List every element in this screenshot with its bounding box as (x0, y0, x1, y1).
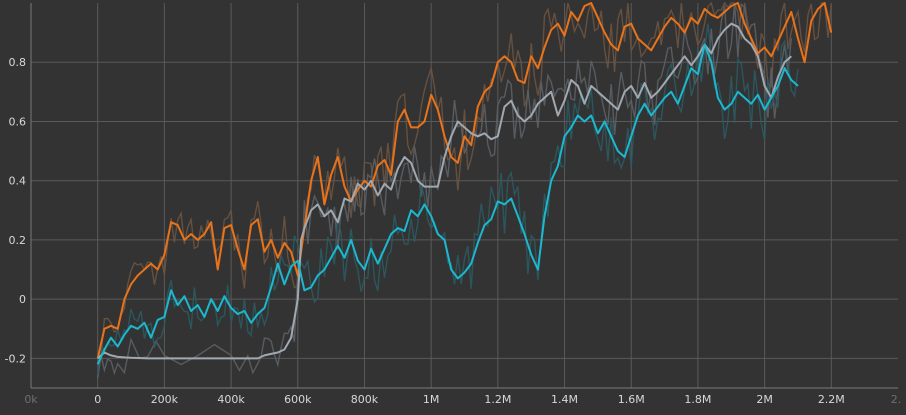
x-tick-label: 2.2M (818, 393, 845, 406)
x-tick-label: 800k (351, 393, 379, 406)
x-tick-label: 400k (217, 393, 245, 406)
x-tick-label: 0k (24, 393, 38, 406)
x-tick-label: 2. (891, 393, 902, 406)
line-chart: 0k 0 200k 400k 600k 800k 1M 1.2M 1.4M 1.6M 1.8M 2M 2… (5, 1, 901, 406)
x-tick-label: 1.8M (684, 393, 711, 406)
y-tick-label: 0.2 (9, 234, 27, 247)
y-tick-label: 0.8 (9, 56, 27, 69)
x-tick-label: 1.6M (618, 393, 645, 406)
chart-container: 0k 0 200k 400k 600k 800k 1M 1.2M 1.4M 1.6M 1.8M 2M 2… (0, 0, 906, 415)
raw-series-layer (97, 1, 832, 379)
smoothed-series-layer (96, 2, 833, 365)
x-tick-label: 600k (284, 393, 312, 406)
axes (30, 3, 898, 389)
grid (31, 3, 898, 388)
y-tick-label: 0 (19, 293, 26, 306)
x-tick-label: 1M (423, 393, 440, 406)
x-tick-label: 200k (151, 393, 179, 406)
y-tick-label: -0.2 (5, 352, 26, 365)
x-tick-label: 1.4M (551, 393, 578, 406)
series-line (97, 22, 792, 360)
y-axis-tick-labels: 0.8 0.6 0.4 0.2 0 -0.2 (5, 56, 26, 365)
x-tick-label: 1.2M (484, 393, 511, 406)
x-axis-tick-labels: 0k 0 200k 400k 600k 800k 1M 1.2M 1.4M 1.6M 1.8M 2M 2… (24, 393, 901, 406)
y-tick-label: 0.6 (9, 115, 27, 128)
x-tick-label: 0 (94, 393, 101, 406)
x-tick-label: 2M (756, 393, 773, 406)
raw-series-line (97, 1, 832, 372)
y-tick-label: 0.4 (9, 175, 27, 188)
